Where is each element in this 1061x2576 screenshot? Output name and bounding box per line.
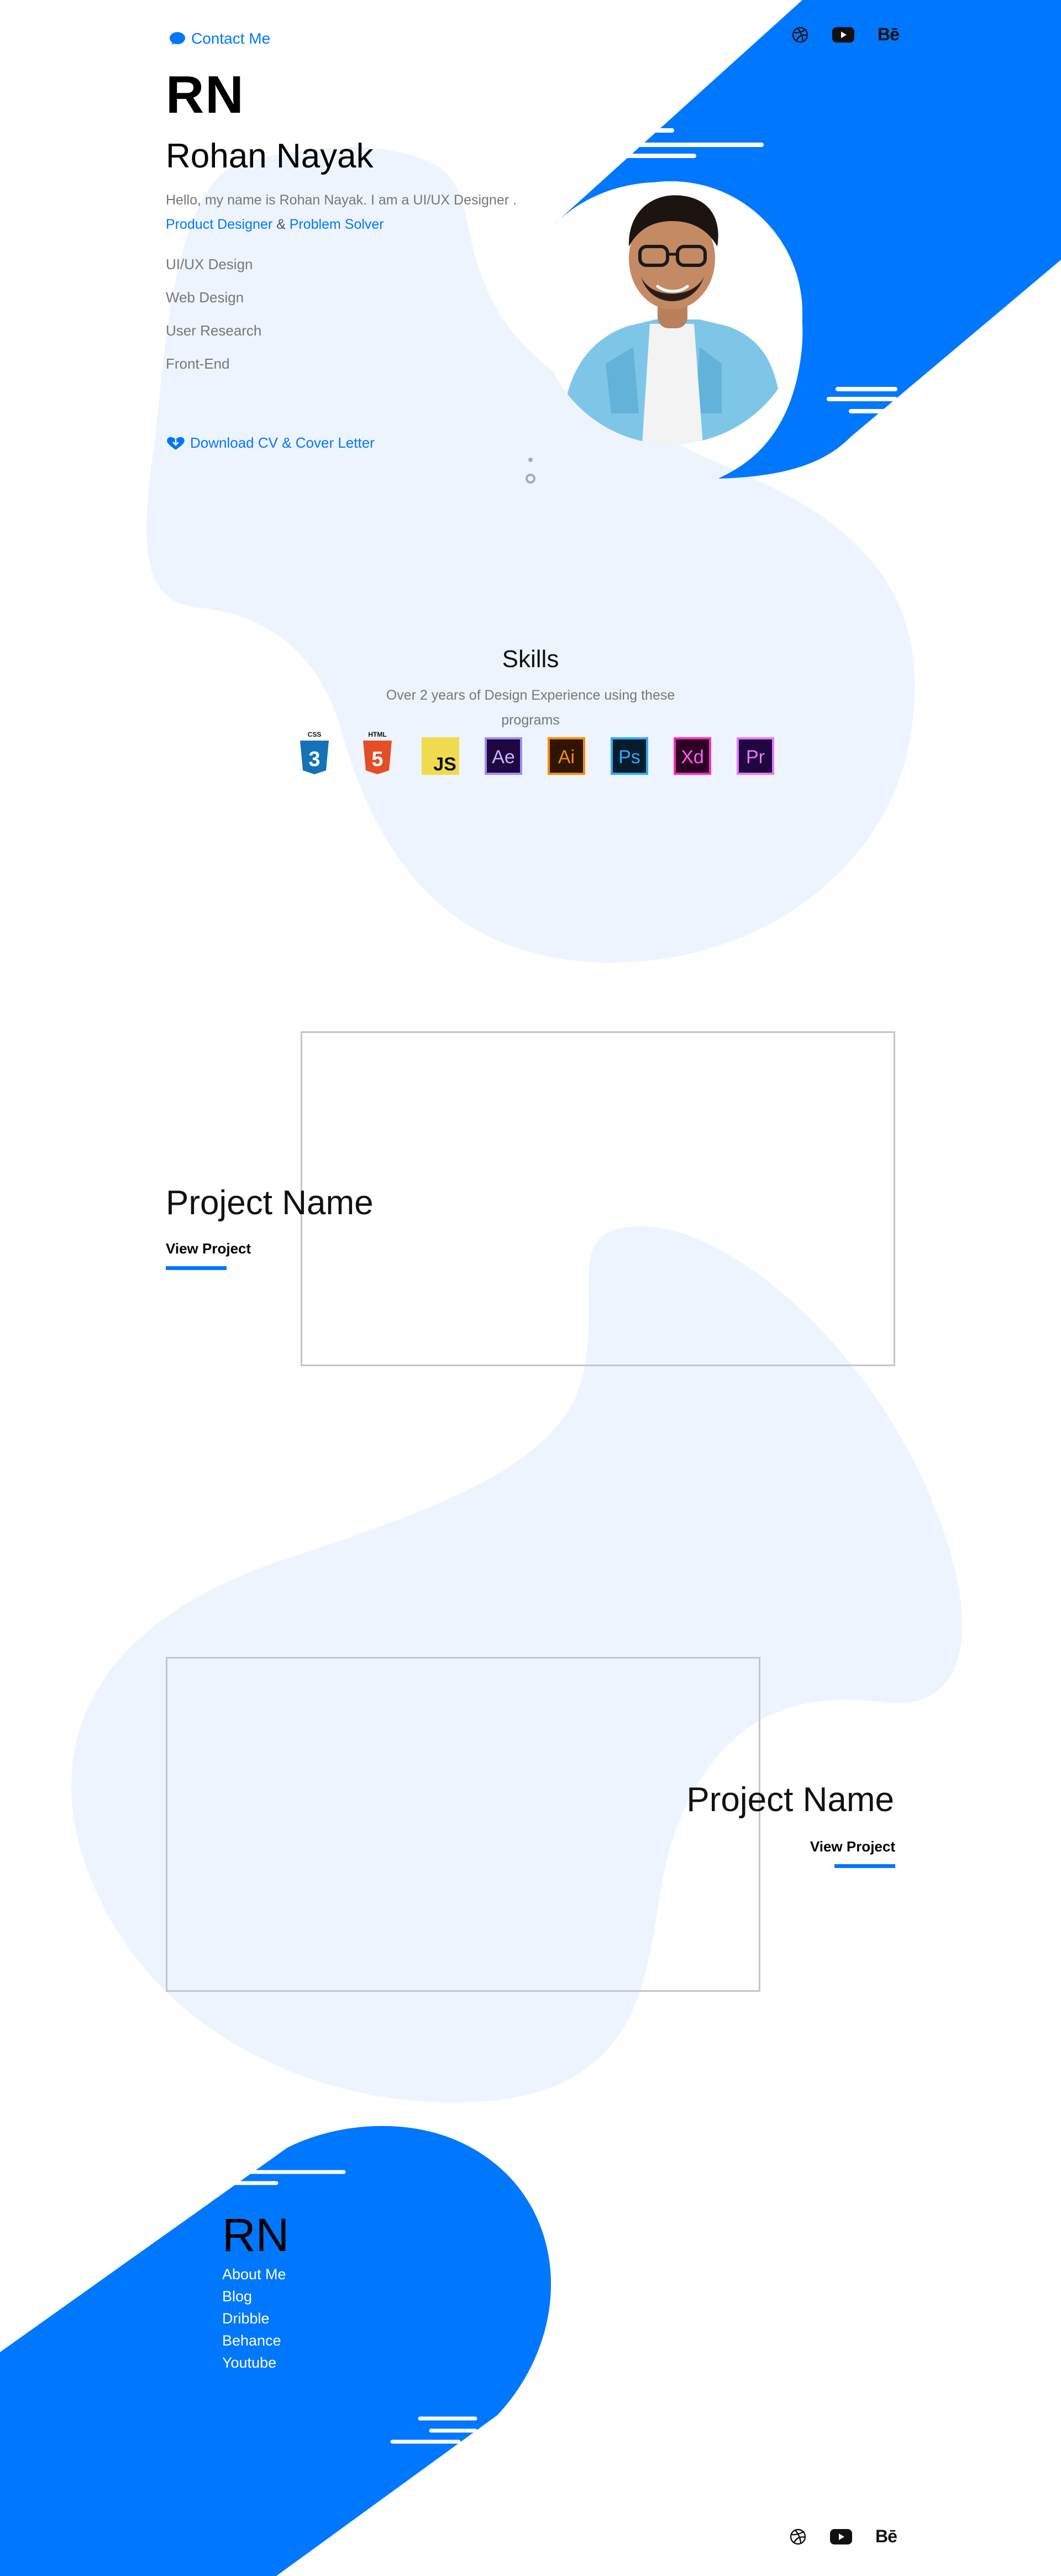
profile-illustration xyxy=(539,181,802,444)
after-effects-icon: Ae xyxy=(484,731,523,775)
footer-nav: About Me Blog Dribble Behance Youtube xyxy=(222,2265,286,2375)
behance-icon: Bē xyxy=(878,24,900,44)
footer-link-dribble[interactable]: Dribble xyxy=(222,2309,286,2331)
project-2-view-link[interactable]: View Project xyxy=(810,1838,895,1868)
link-underline xyxy=(834,1864,895,1868)
scroll-dot xyxy=(528,458,533,462)
behance-link[interactable]: Bē xyxy=(878,24,900,45)
services-list: UI/UX Design Web Design User Research Fr… xyxy=(166,254,261,387)
service-item: User Research xyxy=(166,322,262,339)
view-project-label: View Project xyxy=(810,1838,895,1855)
youtube-icon xyxy=(830,2528,852,2544)
xd-glyph: Xd xyxy=(681,747,704,768)
contact-me-label: Contact Me xyxy=(191,30,271,47)
social-links-bottom: Bē xyxy=(789,2526,897,2547)
javascript-glyph: JS xyxy=(433,754,456,775)
social-links-top: Bē xyxy=(791,24,900,45)
profile-photo xyxy=(539,181,802,444)
project-1-title: Project Name xyxy=(166,1184,374,1222)
youtube-link[interactable] xyxy=(832,27,854,43)
html5-badge: HTML xyxy=(368,731,386,738)
behance-link[interactable]: Bē xyxy=(875,2526,897,2547)
project-2-title: Project Name xyxy=(686,1781,894,1819)
premiere-glyph: Pr xyxy=(746,747,765,768)
footer-link-blog[interactable]: Blog xyxy=(222,2287,286,2309)
behance-icon: Bē xyxy=(875,2526,897,2546)
service-item: UI/UX Design xyxy=(166,256,253,272)
illustrator-glyph: Ai xyxy=(558,747,575,768)
illustrator-icon: Ai xyxy=(547,731,586,775)
intro-roles: Product Designer & Problem Solver xyxy=(166,212,517,237)
role-separator: & xyxy=(272,217,290,232)
service-item: Front-End xyxy=(166,355,230,372)
download-heart-icon xyxy=(167,437,185,450)
intro-line: Hello, my name is Rohan Nayak. I am a UI… xyxy=(166,192,517,208)
skill-icons: CSS 3 HTML 5 JS Ae Ai Ps Xd Pr xyxy=(295,731,775,775)
link-underline xyxy=(166,1266,227,1270)
hero-name: Rohan Nayak xyxy=(166,137,374,175)
dribbble-icon xyxy=(792,27,808,43)
hero-intro: Hello, my name is Rohan Nayak. I am a UI… xyxy=(166,188,517,237)
footer-link-behance[interactable]: Behance xyxy=(222,2331,286,2353)
css3-glyph: 3 xyxy=(308,748,320,771)
contact-me-link[interactable]: Contact Me xyxy=(169,30,270,48)
role-product-designer: Product Designer xyxy=(166,217,273,232)
dribbble-link[interactable] xyxy=(789,2528,807,2546)
photoshop-glyph: Ps xyxy=(618,747,640,768)
photoshop-icon: Ps xyxy=(610,731,649,775)
service-item: Web Design xyxy=(166,289,244,306)
css3-icon: CSS 3 xyxy=(295,731,334,775)
footer-logo[interactable]: RN xyxy=(222,2212,289,2258)
skills-description: Over 2 years of Design Experience using … xyxy=(386,688,675,728)
site-logo[interactable]: RN xyxy=(166,69,245,122)
html5-glyph: 5 xyxy=(371,748,383,771)
skills-title: Skills xyxy=(502,646,559,673)
chat-bubble-icon xyxy=(170,32,185,45)
html5-icon: HTML 5 xyxy=(358,731,397,775)
premiere-icon: Pr xyxy=(736,731,775,775)
view-project-label: View Project xyxy=(166,1240,251,1257)
youtube-icon xyxy=(832,27,854,43)
javascript-icon: JS xyxy=(421,731,460,775)
download-cv-link[interactable]: Download CV & Cover Letter xyxy=(166,434,375,452)
youtube-link[interactable] xyxy=(830,2528,852,2544)
footer-link-about[interactable]: About Me xyxy=(222,2265,286,2287)
project-1-view-link[interactable]: View Project xyxy=(166,1240,251,1270)
dribbble-icon xyxy=(790,2528,806,2544)
project-2-preview[interactable] xyxy=(166,1657,760,1992)
after-effects-glyph: Ae xyxy=(492,747,515,768)
xd-icon: Xd xyxy=(673,731,712,775)
download-cv-label: Download CV & Cover Letter xyxy=(190,434,375,451)
css3-badge: CSS xyxy=(308,731,322,738)
project-1-preview[interactable] xyxy=(301,1031,895,1366)
dribbble-link[interactable] xyxy=(791,26,809,44)
footer-link-youtube[interactable]: Youtube xyxy=(222,2353,286,2375)
role-problem-solver: Problem Solver xyxy=(289,217,384,232)
